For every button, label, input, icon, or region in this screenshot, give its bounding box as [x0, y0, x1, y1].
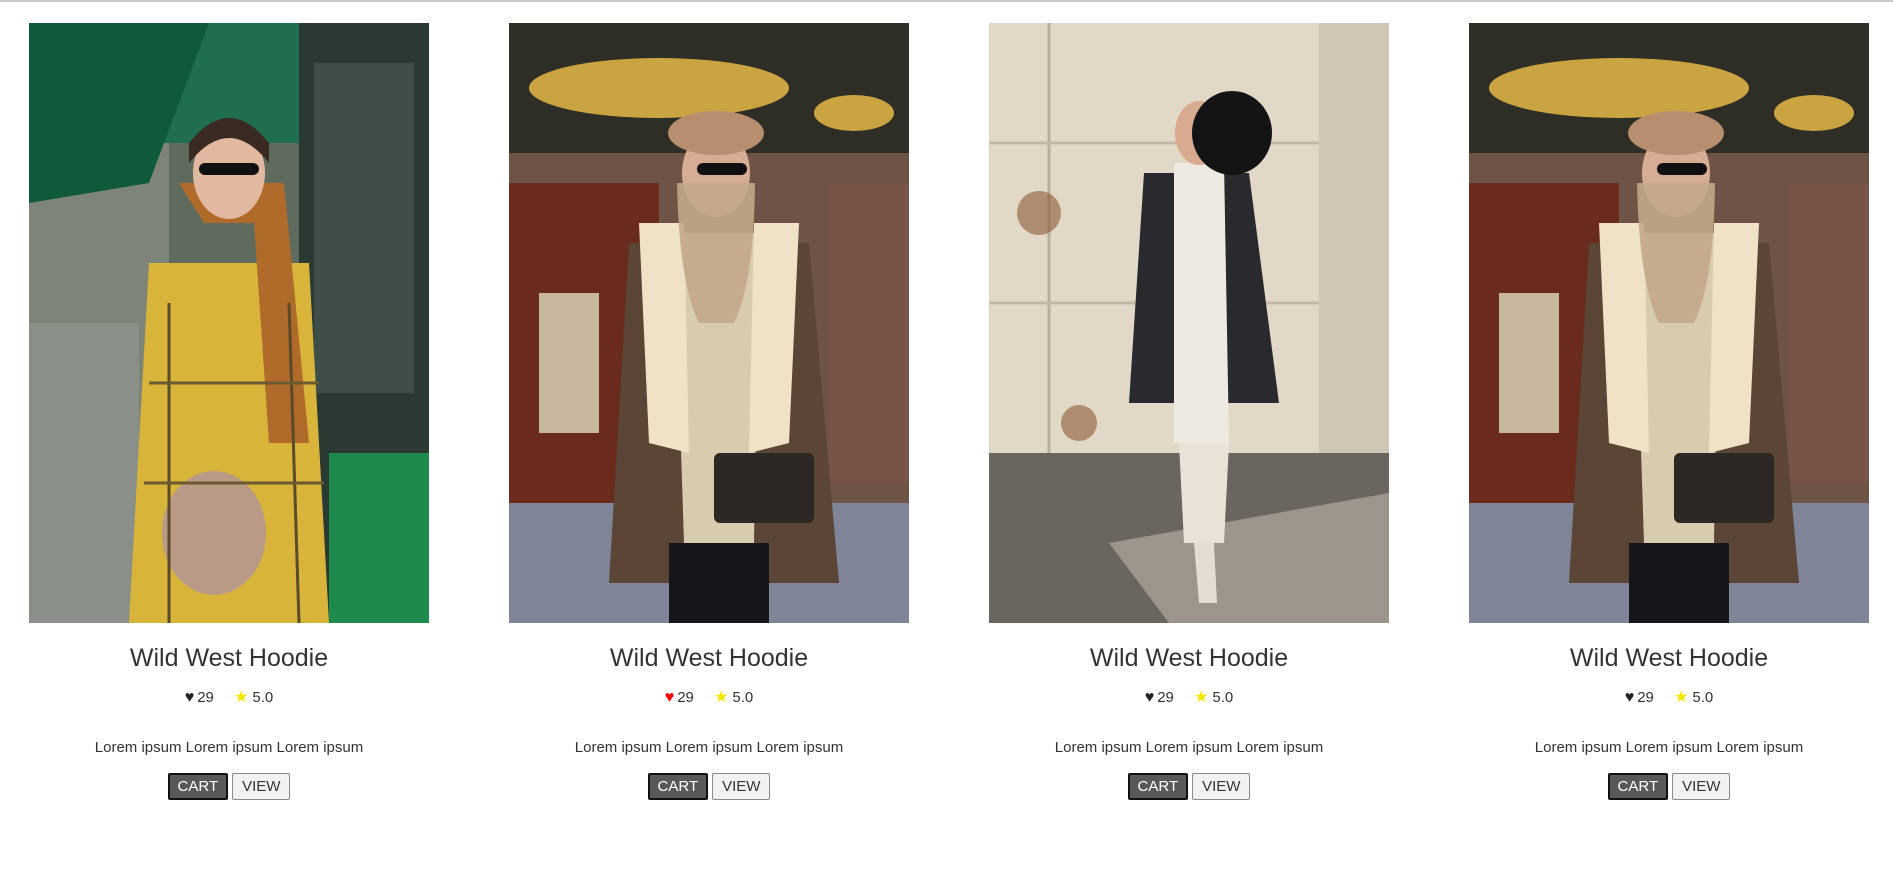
- view-button[interactable]: VIEW: [232, 773, 291, 800]
- cart-button[interactable]: CART: [1607, 773, 1669, 800]
- star-icon: ★: [234, 689, 249, 706]
- like-count[interactable]: ♥ 29: [665, 689, 694, 707]
- star-icon: ★: [1194, 689, 1209, 706]
- product-card: Wild West Hoodie ♥ 29 ★ 5.0 Lorem ipsum Lo…: [989, 23, 1389, 800]
- heart-icon[interactable]: ♥: [1145, 689, 1155, 706]
- rating-value: 5.0: [252, 689, 274, 706]
- like-count-value: 29: [197, 689, 214, 706]
- product-title: Wild West Hoodie: [1089, 644, 1289, 672]
- cart-button[interactable]: CART: [167, 773, 229, 800]
- rating: ★ 5.0: [1194, 689, 1233, 707]
- rating: ★ 5.0: [1674, 689, 1713, 707]
- like-count[interactable]: ♥ 29: [185, 689, 214, 707]
- star-icon: ★: [714, 689, 729, 706]
- product-card: Wild West Hoodie ♥ 29 ★ 5.0 Lorem ipsum Lo…: [1469, 23, 1869, 800]
- product-description: Lorem ipsum Lorem ipsum Lorem ipsum: [574, 739, 844, 756]
- product-image[interactable]: [989, 23, 1389, 623]
- rating-value: 5.0: [1692, 689, 1714, 706]
- like-count-value: 29: [1157, 689, 1174, 706]
- product-image[interactable]: [1469, 23, 1869, 623]
- product-title: Wild West Hoodie: [129, 644, 329, 672]
- product-image[interactable]: [509, 23, 909, 623]
- heart-icon[interactable]: ♥: [665, 689, 675, 706]
- view-button[interactable]: VIEW: [1192, 773, 1251, 800]
- rating-value: 5.0: [732, 689, 754, 706]
- product-description: Lorem ipsum Lorem ipsum Lorem ipsum: [1054, 739, 1324, 756]
- cart-button[interactable]: CART: [647, 773, 709, 800]
- product-actions: CART VIEW: [509, 773, 909, 800]
- product-stats: ♥ 29 ★ 5.0: [509, 689, 909, 707]
- star-icon: ★: [1674, 689, 1689, 706]
- heart-icon[interactable]: ♥: [1625, 689, 1635, 706]
- product-stats: ♥ 29 ★ 5.0: [1469, 689, 1869, 707]
- product-image[interactable]: [29, 23, 429, 623]
- product-description: Lorem ipsum Lorem ipsum Lorem ipsum: [94, 739, 364, 756]
- product-stats: ♥ 29 ★ 5.0: [989, 689, 1389, 707]
- like-count[interactable]: ♥ 29: [1625, 689, 1654, 707]
- rating: ★ 5.0: [714, 689, 753, 707]
- product-actions: CART VIEW: [29, 773, 429, 800]
- product-actions: CART VIEW: [989, 773, 1389, 800]
- product-title: Wild West Hoodie: [609, 644, 809, 672]
- product-card: Wild West Hoodie ♥ 29 ★ 5.0 Lorem ipsum Lo…: [509, 23, 909, 800]
- like-count[interactable]: ♥ 29: [1145, 689, 1174, 707]
- like-count-value: 29: [1637, 689, 1654, 706]
- product-description: Lorem ipsum Lorem ipsum Lorem ipsum: [1534, 739, 1804, 756]
- like-count-value: 29: [677, 689, 694, 706]
- view-button[interactable]: VIEW: [1672, 773, 1731, 800]
- rating: ★ 5.0: [234, 689, 273, 707]
- cart-button[interactable]: CART: [1127, 773, 1189, 800]
- product-grid: Wild West Hoodie ♥ 29 ★ 5.0 Lorem ipsum Lo…: [0, 0, 1893, 880]
- product-actions: CART VIEW: [1469, 773, 1869, 800]
- product-stats: ♥ 29 ★ 5.0: [29, 689, 429, 707]
- heart-icon[interactable]: ♥: [185, 689, 195, 706]
- rating-value: 5.0: [1212, 689, 1234, 706]
- product-card: Wild West Hoodie ♥ 29 ★ 5.0 Lorem ipsum Lo…: [29, 23, 429, 800]
- view-button[interactable]: VIEW: [712, 773, 771, 800]
- product-title: Wild West Hoodie: [1569, 644, 1769, 672]
